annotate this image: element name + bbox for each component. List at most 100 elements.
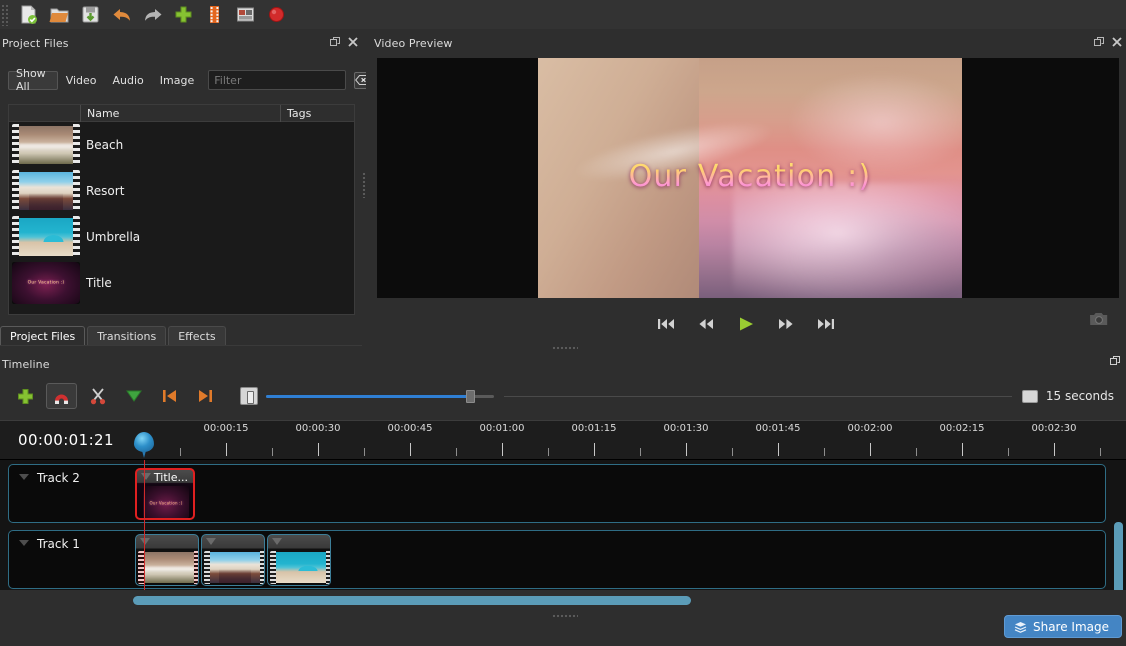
import-files-button[interactable] xyxy=(168,1,199,28)
float-icon[interactable] xyxy=(1093,36,1104,47)
filter-image-button[interactable]: Image xyxy=(152,71,202,90)
next-marker-icon xyxy=(197,388,214,404)
tab-project-files[interactable]: Project Files xyxy=(0,326,85,345)
filter-show-all-button[interactable]: Show All xyxy=(8,71,58,90)
ruler-tick-label: 00:00:45 xyxy=(388,423,433,434)
export-video-button[interactable] xyxy=(261,1,292,28)
chevron-down-icon[interactable] xyxy=(140,538,150,545)
file-thumbnail: Our Vacation :) xyxy=(12,262,80,304)
next-marker-button[interactable] xyxy=(190,383,221,409)
animated-title-button[interactable] xyxy=(230,1,261,28)
ruler-tick-label: 00:02:15 xyxy=(940,423,985,434)
column-header-tags[interactable]: Tags xyxy=(281,105,354,122)
table-row[interactable]: Umbrella xyxy=(9,214,354,260)
film-strip-icon xyxy=(204,4,225,25)
float-icon[interactable] xyxy=(1110,356,1121,367)
rewind-icon xyxy=(697,317,715,331)
vertical-splitter[interactable] xyxy=(520,344,610,352)
share-stack-icon xyxy=(1014,621,1027,633)
track-label: Track 1 xyxy=(37,537,80,551)
share-image-label: Share Image xyxy=(1033,620,1109,634)
save-frame-button[interactable] xyxy=(1089,311,1111,331)
chevron-down-icon[interactable] xyxy=(206,538,216,545)
jump-end-button[interactable] xyxy=(814,313,838,335)
timeline-clip-title[interactable]: Title... Our Vacation :) xyxy=(135,468,195,520)
file-filter-input[interactable] xyxy=(208,70,346,90)
table-row[interactable]: Beach xyxy=(9,122,354,168)
scrollbar-thumb[interactable] xyxy=(133,596,691,605)
redo-button[interactable] xyxy=(137,1,168,28)
filter-audio-button[interactable]: Audio xyxy=(105,71,152,90)
fast-forward-button[interactable] xyxy=(774,313,798,335)
timeline-clip-resort[interactable] xyxy=(201,534,265,586)
close-icon[interactable] xyxy=(347,36,358,47)
skip-back-icon xyxy=(657,317,675,331)
timeline-tracks[interactable]: Track 2 Title... Our Vacation :) Track 1 xyxy=(0,460,1126,590)
chevron-down-icon[interactable] xyxy=(272,538,282,545)
track-row-1[interactable]: Track 1 xyxy=(8,530,1106,589)
toolbar-grip[interactable] xyxy=(1,4,10,26)
ruler-tick-label: 00:01:15 xyxy=(572,423,617,434)
fast-forward-icon xyxy=(777,317,795,331)
timeline-ruler[interactable]: 00:00:01:21 00:00:15 00:00:30 00:00:45 0… xyxy=(0,420,1126,460)
playhead-handle[interactable] xyxy=(134,432,154,458)
chevron-down-icon[interactable] xyxy=(19,474,29,480)
timeline-title: Timeline xyxy=(0,358,50,371)
float-icon[interactable] xyxy=(329,36,340,47)
close-icon[interactable] xyxy=(1111,36,1122,47)
table-row[interactable]: Our Vacation :) Title xyxy=(9,260,354,306)
timeline-clip-umbrella[interactable] xyxy=(267,534,331,586)
filter-video-button[interactable]: Video xyxy=(58,71,105,90)
ruler-tick-label: 00:02:00 xyxy=(848,423,893,434)
rewind-button[interactable] xyxy=(694,313,718,335)
timeline-bottom-splitter[interactable] xyxy=(520,612,610,620)
column-header-name[interactable]: Name xyxy=(81,105,281,122)
undo-button[interactable] xyxy=(106,1,137,28)
zoom-slider[interactable] xyxy=(266,386,494,406)
tab-effects[interactable]: Effects xyxy=(168,326,225,345)
playhead-timecode: 00:00:01:21 xyxy=(18,431,114,449)
previous-marker-button[interactable] xyxy=(154,383,185,409)
video-preview-panel-header: Video Preview xyxy=(372,34,1126,52)
new-project-button[interactable] xyxy=(13,1,44,28)
add-track-button[interactable] xyxy=(10,383,41,409)
save-project-button[interactable] xyxy=(75,1,106,28)
scrollbar-thumb[interactable] xyxy=(1114,522,1123,590)
add-marker-button[interactable] xyxy=(118,383,149,409)
ruler-tick-label: 00:01:45 xyxy=(756,423,801,434)
zoom-level-label: 15 seconds xyxy=(1046,389,1114,403)
openshot-window: Project Files Show All Video Audio Image xyxy=(0,0,1126,646)
timeline-vertical-scrollbar[interactable] xyxy=(1113,462,1124,590)
snapping-button[interactable] xyxy=(46,383,77,409)
chevron-down-icon[interactable] xyxy=(19,540,29,546)
timeline-clip-beach[interactable] xyxy=(135,534,199,586)
track-row-2[interactable]: Track 2 Title... Our Vacation :) xyxy=(8,464,1106,523)
project-files-table[interactable]: Name Tags Beach Resort xyxy=(8,104,355,315)
open-folder-icon xyxy=(49,4,70,25)
table-row[interactable]: Resort xyxy=(9,168,354,214)
project-files-panel-header: Project Files xyxy=(0,34,362,52)
new-file-icon xyxy=(18,4,39,25)
share-image-button[interactable]: Share Image xyxy=(1004,615,1122,638)
project-files-panel: Show All Video Audio Image Name Tags xyxy=(0,52,356,322)
previous-marker-icon xyxy=(161,388,178,404)
open-project-button[interactable] xyxy=(44,1,75,28)
timeline-panel: 15 seconds 00:00:01:21 00:00:15 00:00:30… xyxy=(0,372,1126,646)
play-button[interactable] xyxy=(734,313,758,335)
zoom-slider-handle[interactable] xyxy=(466,390,475,403)
razor-button[interactable] xyxy=(82,383,113,409)
camera-icon xyxy=(1089,311,1111,327)
timeline-toolbar: 15 seconds xyxy=(0,380,1126,412)
tab-transitions[interactable]: Transitions xyxy=(87,326,166,345)
file-filter-row: Show All Video Audio Image xyxy=(8,70,370,90)
chevron-down-icon[interactable] xyxy=(141,473,151,480)
zoom-level-display: 15 seconds xyxy=(1022,389,1114,403)
timeline-horizontal-scrollbar[interactable] xyxy=(8,594,1108,608)
video-stage[interactable]: Our Vacation :) xyxy=(377,58,1119,298)
column-header-icon[interactable] xyxy=(9,105,81,122)
choose-profile-button[interactable] xyxy=(199,1,230,28)
redo-arrow-icon xyxy=(142,5,164,25)
jump-start-button[interactable] xyxy=(654,313,678,335)
clip-thumbnail: Our Vacation :) xyxy=(143,486,189,519)
transport-controls xyxy=(366,304,1126,344)
